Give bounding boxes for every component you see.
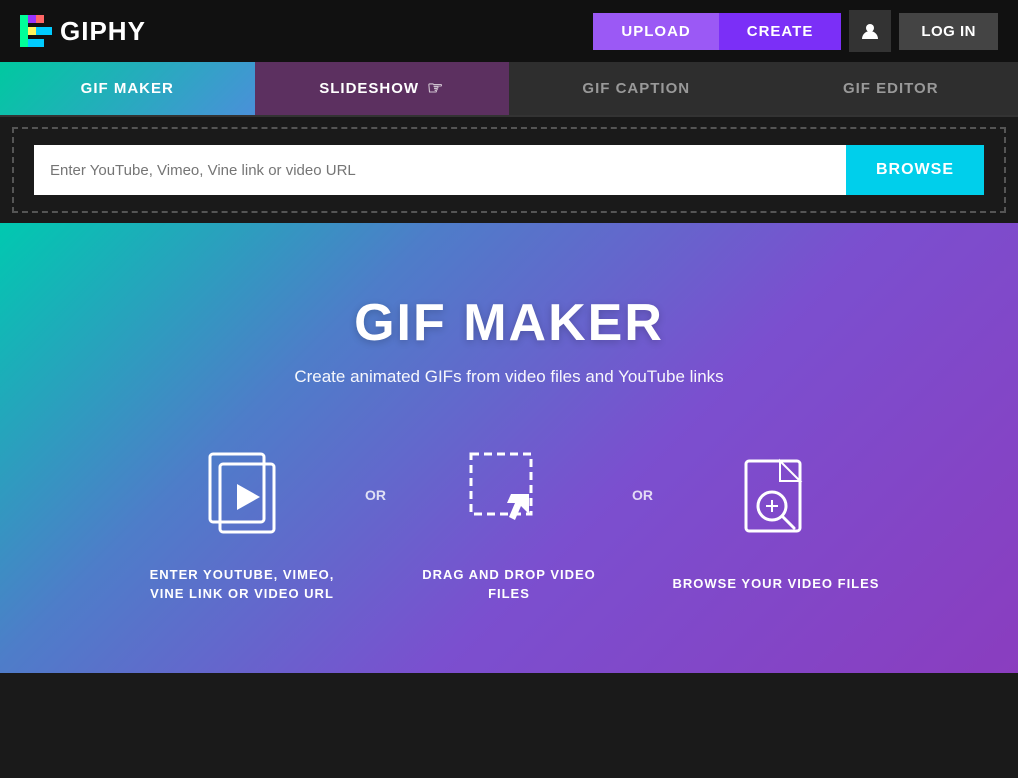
drag-drop-icon-wrap — [454, 437, 564, 547]
tab-gif-caption[interactable]: GIF CAPTION — [509, 62, 764, 115]
giphy-logo-icon — [20, 15, 52, 47]
url-section: BROWSE — [12, 127, 1006, 213]
hero-options: ENTER YOUTUBE, VIMEO,VINE LINK OR VIDEO … — [129, 437, 889, 604]
hero-section: GIF MAKER Create animated GIFs from vide… — [0, 223, 1018, 673]
hero-subtitle: Create animated GIFs from video files an… — [294, 367, 723, 387]
hero-label-drag: DRAG AND DROP VIDEOFILES — [422, 565, 596, 604]
cursor-icon: ☞ — [427, 78, 444, 99]
tab-slideshow[interactable]: SLIDESHOW ☞ — [255, 62, 510, 115]
url-input[interactable] — [34, 145, 846, 195]
hero-option-drag: DRAG AND DROP VIDEOFILES — [396, 437, 622, 604]
logo-text: GIPHY — [60, 16, 146, 47]
browse-files-icon — [726, 451, 826, 551]
drag-drop-icon — [459, 442, 559, 542]
tab-bar: GIF MAKER SLIDESHOW ☞ GIF CAPTION GIF ED… — [0, 62, 1018, 117]
url-row: BROWSE — [34, 145, 984, 195]
profile-button[interactable] — [849, 10, 891, 52]
tab-gif-editor[interactable]: GIF EDITOR — [764, 62, 1018, 115]
video-link-icon-wrap — [187, 437, 297, 547]
hero-title: GIF MAKER — [354, 293, 664, 353]
logo-area: GIPHY — [20, 15, 146, 47]
login-button[interactable]: LOG IN — [899, 13, 998, 50]
upload-button[interactable]: UPLOAD — [593, 13, 718, 50]
tab-gif-maker[interactable]: GIF MAKER — [0, 62, 255, 115]
hero-label-browse: BROWSE YOUR VIDEO FILES — [673, 574, 880, 594]
browse-button[interactable]: BROWSE — [846, 145, 984, 195]
hero-option-url: ENTER YOUTUBE, VIMEO,VINE LINK OR VIDEO … — [129, 437, 355, 604]
person-icon — [860, 21, 880, 41]
header-actions: UPLOAD CREATE LOG IN — [593, 10, 998, 52]
hero-label-url: ENTER YOUTUBE, VIMEO,VINE LINK OR VIDEO … — [150, 565, 335, 604]
header: GIPHY UPLOAD CREATE LOG IN — [0, 0, 1018, 62]
browse-icon-wrap — [721, 446, 831, 556]
hero-option-browse: BROWSE YOUR VIDEO FILES — [663, 446, 889, 594]
video-file-icon — [192, 442, 292, 542]
or-label-2: OR — [622, 487, 663, 553]
or-label-1: OR — [355, 487, 396, 553]
create-button[interactable]: CREATE — [719, 13, 842, 50]
